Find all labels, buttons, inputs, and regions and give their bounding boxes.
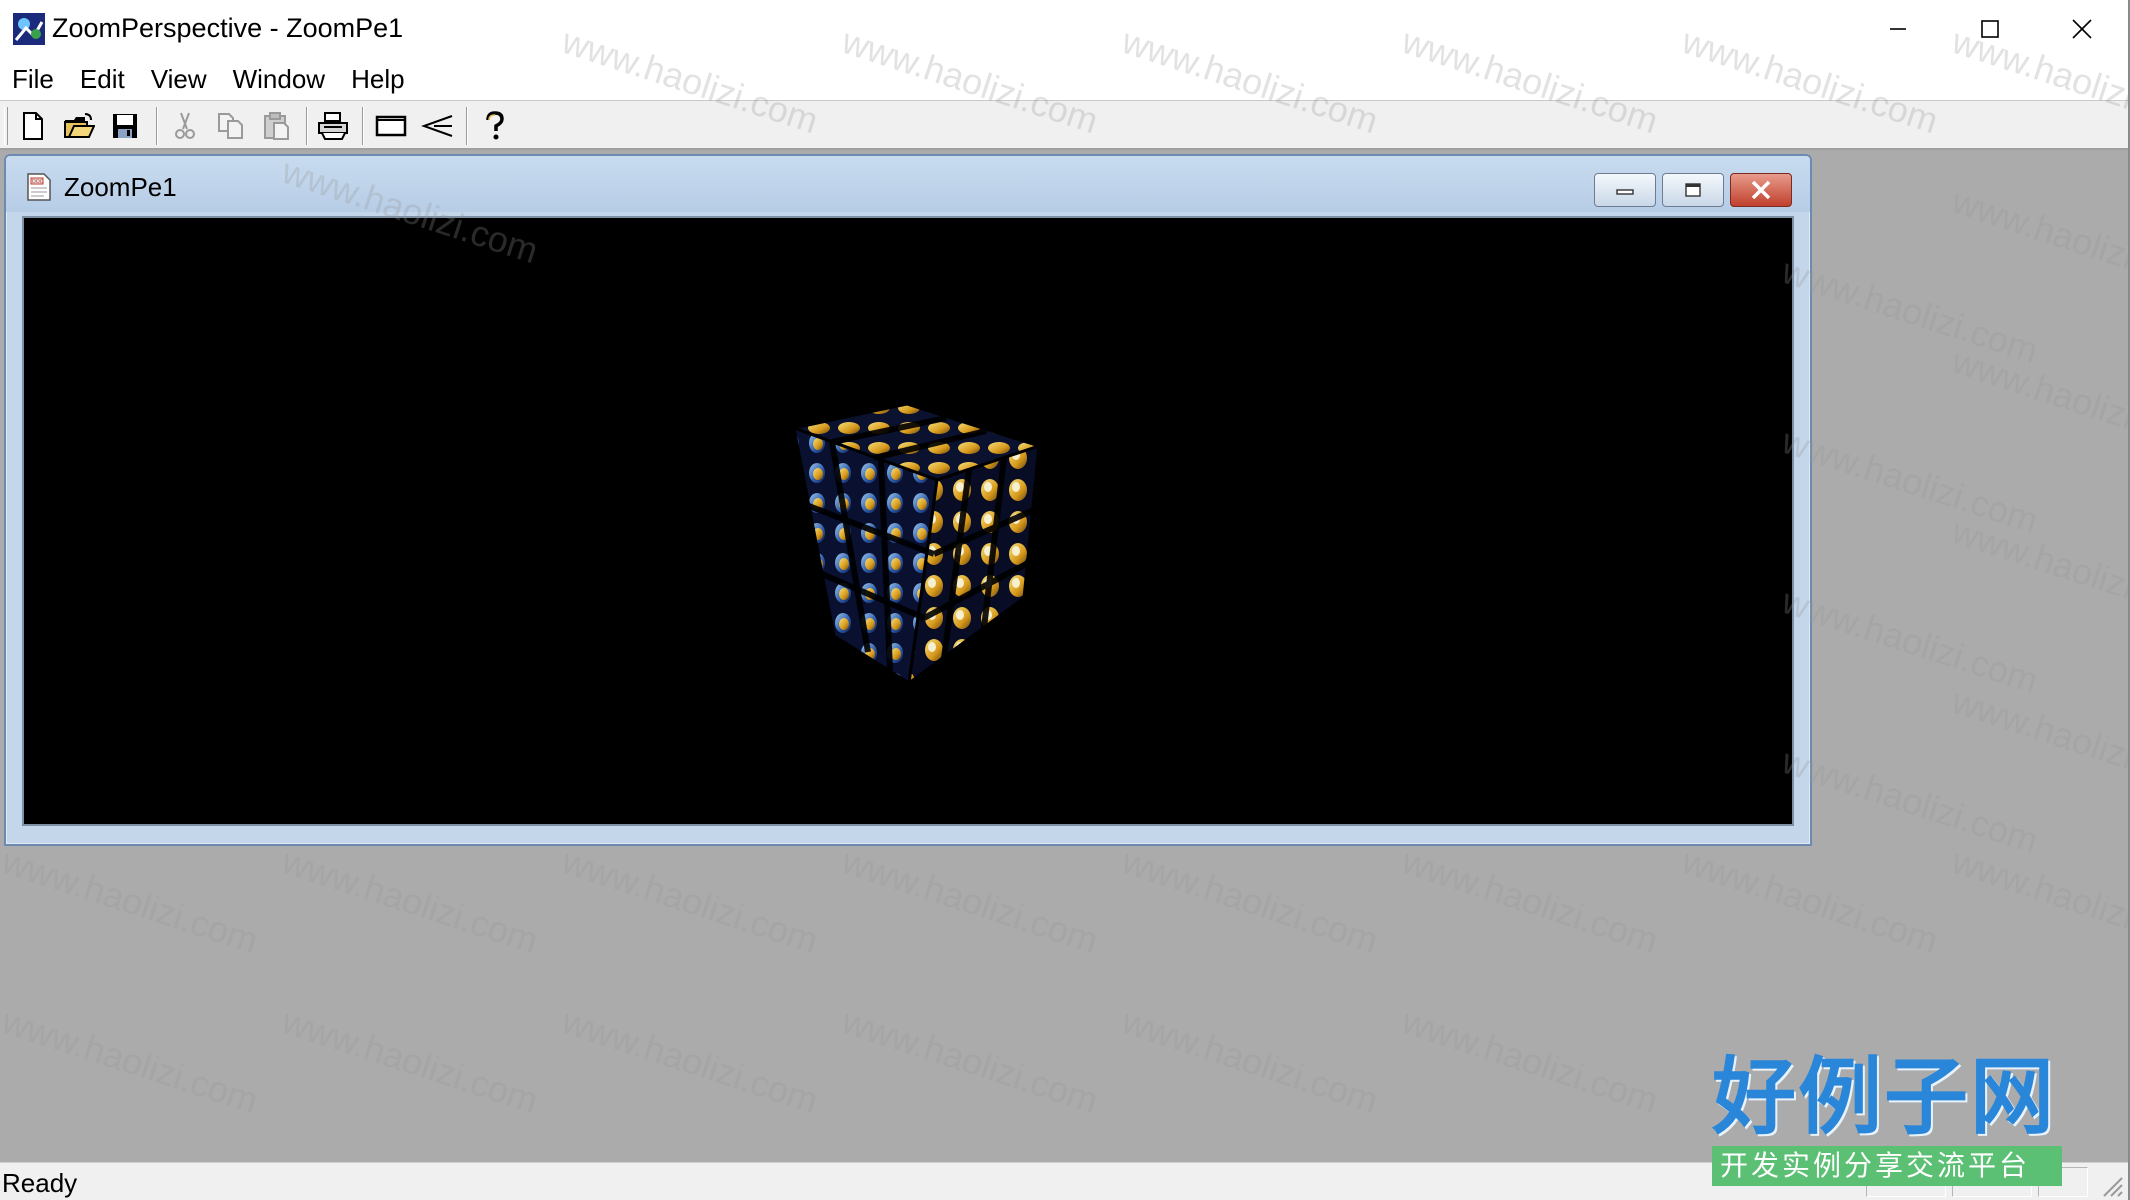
child-restore-button[interactable] — [1662, 173, 1724, 207]
help-button[interactable] — [476, 107, 514, 145]
app-icon — [13, 13, 45, 45]
3d-viewport[interactable] — [22, 216, 1794, 826]
menu-view[interactable]: View — [139, 58, 221, 100]
toolbar-separator — [306, 107, 308, 145]
perspective-button[interactable] — [418, 107, 456, 145]
status-pane-caps — [1866, 1167, 1946, 1197]
copy-button[interactable] — [212, 107, 250, 145]
minimize-button[interactable] — [1852, 0, 1944, 58]
rectangle-zoom-icon — [375, 115, 407, 137]
textured-cube[interactable] — [24, 218, 1794, 826]
toolbar-separator — [466, 107, 468, 145]
save-icon — [113, 114, 137, 138]
size-grip-icon[interactable] — [2096, 1170, 2124, 1198]
toolbar-grip[interactable] — [4, 107, 8, 145]
menu-window[interactable]: Window — [221, 58, 339, 100]
child-minimize-button[interactable] — [1594, 173, 1656, 207]
title-bar[interactable]: ZoomPerspective - ZoomPe1 — [0, 0, 2128, 58]
menu-file[interactable]: File — [0, 58, 68, 100]
close-button[interactable] — [2036, 0, 2128, 58]
open-button[interactable] — [60, 107, 98, 145]
toolbar-separator — [362, 107, 364, 145]
svg-text:DOC: DOC — [32, 179, 44, 185]
child-close-button[interactable] — [1730, 173, 1792, 207]
status-pane-scrl — [2038, 1167, 2088, 1197]
status-pane-num — [1952, 1167, 2032, 1197]
maximize-icon — [1981, 20, 1999, 38]
app-window: ZoomPerspective - ZoomPe1 File Edit View… — [0, 0, 2130, 1200]
open-folder-icon — [64, 113, 95, 138]
window-title: ZoomPerspective - ZoomPe1 — [52, 13, 404, 43]
minimize-icon — [1616, 189, 1634, 195]
status-bar: Ready — [0, 1162, 2128, 1200]
new-button[interactable] — [14, 107, 52, 145]
perspective-icon — [421, 115, 453, 137]
status-text: Ready — [2, 1168, 78, 1198]
maximize-button[interactable] — [1944, 0, 2036, 58]
menu-help[interactable]: Help — [339, 58, 418, 100]
new-document-icon — [23, 112, 43, 140]
child-window-title: ZoomPe1 — [64, 172, 177, 202]
cut-button[interactable] — [166, 107, 204, 145]
print-icon — [318, 112, 348, 140]
toolbar — [0, 100, 2128, 150]
save-button[interactable] — [106, 107, 144, 145]
paste-button[interactable] — [258, 107, 296, 145]
close-icon — [2072, 19, 2092, 39]
document-icon: DOC — [27, 173, 51, 201]
mdi-client-area: DOC ZoomPe1 — [0, 150, 2128, 1162]
child-title-bar[interactable]: DOC ZoomPe1 — [6, 156, 1810, 212]
print-button[interactable] — [314, 107, 352, 145]
child-window: DOC ZoomPe1 — [4, 154, 1812, 846]
paste-icon — [264, 112, 289, 140]
minimize-icon — [1890, 28, 1906, 30]
menu-bar: File Edit View Window Help — [0, 58, 2128, 100]
rectangle-zoom-button[interactable] — [372, 107, 410, 145]
close-icon — [1751, 180, 1771, 200]
restore-icon — [1685, 183, 1701, 197]
help-icon — [486, 111, 504, 140]
copy-icon — [218, 113, 243, 139]
menu-edit[interactable]: Edit — [68, 58, 139, 100]
toolbar-separator — [156, 107, 158, 145]
cut-icon — [175, 112, 195, 139]
